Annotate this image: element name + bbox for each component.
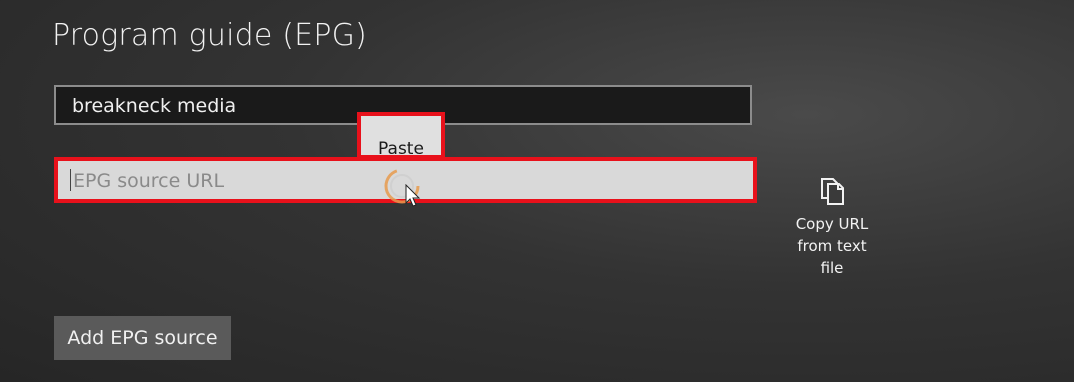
copy-url-button[interactable]: Copy URL from text file bbox=[782, 213, 882, 279]
page-title: Program guide (EPG) bbox=[52, 18, 367, 53]
paste-menu-item[interactable]: Paste bbox=[357, 112, 445, 159]
text-caret bbox=[70, 169, 71, 191]
url-placeholder: EPG source URL bbox=[73, 170, 225, 192]
copy-url-label-line: file bbox=[820, 259, 844, 277]
copy-url-label-line: Copy URL bbox=[795, 215, 869, 233]
mouse-pointer-icon bbox=[405, 184, 421, 207]
copy-icon[interactable] bbox=[819, 176, 847, 206]
copy-url-label-line: from text bbox=[797, 237, 867, 255]
add-epg-source-button[interactable]: Add EPG source bbox=[54, 316, 231, 360]
